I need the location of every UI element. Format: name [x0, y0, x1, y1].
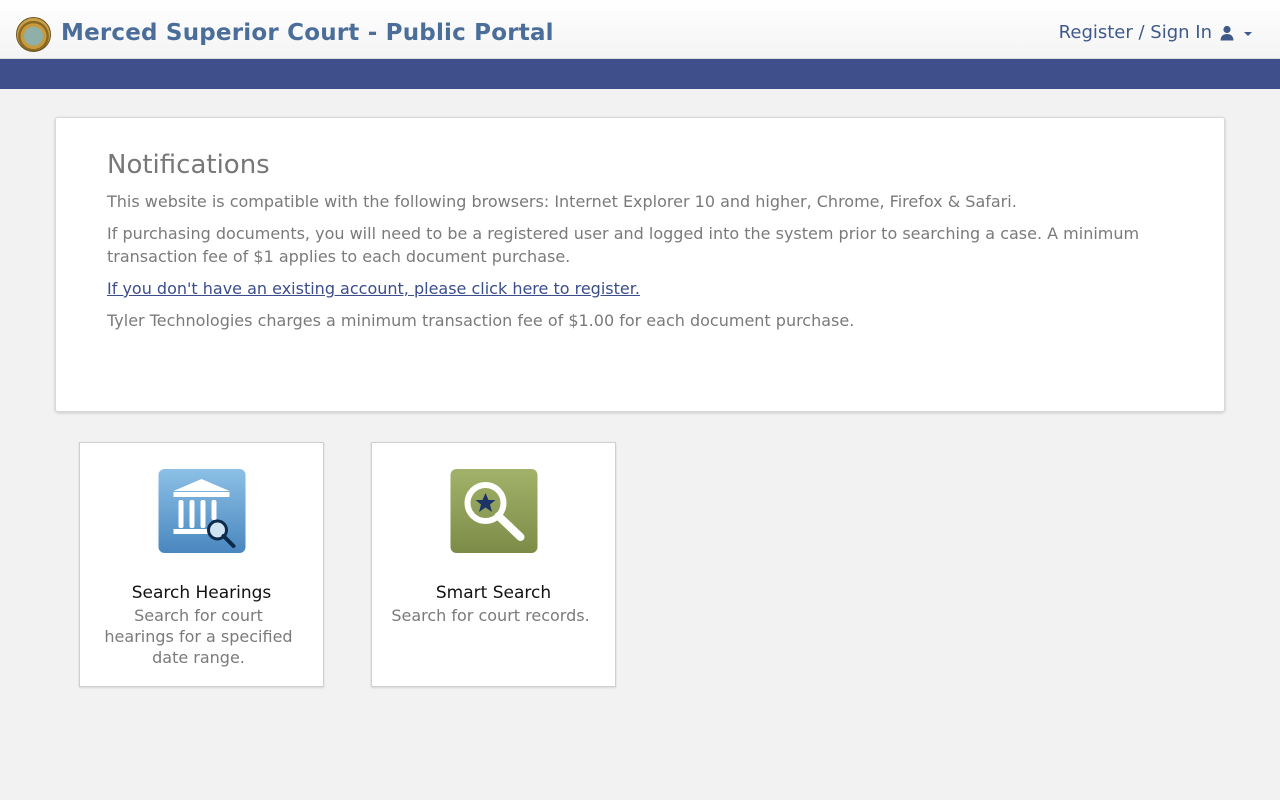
register-sign-in-label: Register / Sign In [1058, 22, 1212, 43]
smart-search-title: Smart Search [435, 583, 552, 603]
star-magnifier-icon [450, 469, 537, 553]
chevron-down-icon [1244, 31, 1252, 36]
register-sign-in-menu[interactable]: Register / Sign In [1059, 22, 1252, 43]
nav-band [0, 59, 1280, 89]
search-hearings-title: Search Hearings [131, 583, 272, 603]
fee-note-text: Tyler Technologies charges a minimum tra… [107, 311, 855, 330]
smart-search-tile[interactable]: Smart Search Search for court records. [371, 442, 616, 687]
site-title[interactable]: Merced Superior Court - Public Portal [61, 22, 554, 45]
search-hearings-description: Search for court hearings for a specifie… [104, 606, 293, 667]
top-bar: Merced Superior Court - Public Portal Re… [0, 0, 1280, 59]
brand[interactable]: Merced Superior Court - Public Portal [16, 16, 554, 52]
browser-compat-text: This website is compatible with the foll… [107, 192, 1017, 211]
notifications-panel: Notifications This website is compatible… [55, 117, 1225, 412]
search-hearings-tile[interactable]: Search Hearings Search for court hearing… [79, 442, 324, 687]
smart-search-description: Search for court records. [391, 606, 590, 625]
notifications-heading: Notifications [107, 150, 270, 180]
court-seal-icon [16, 17, 51, 52]
register-link[interactable]: If you don't have an existing account, p… [107, 279, 640, 298]
courthouse-search-icon [158, 469, 245, 553]
user-icon [1220, 25, 1234, 40]
purchase-info-text: If purchasing documents, you will need t… [107, 224, 1140, 266]
